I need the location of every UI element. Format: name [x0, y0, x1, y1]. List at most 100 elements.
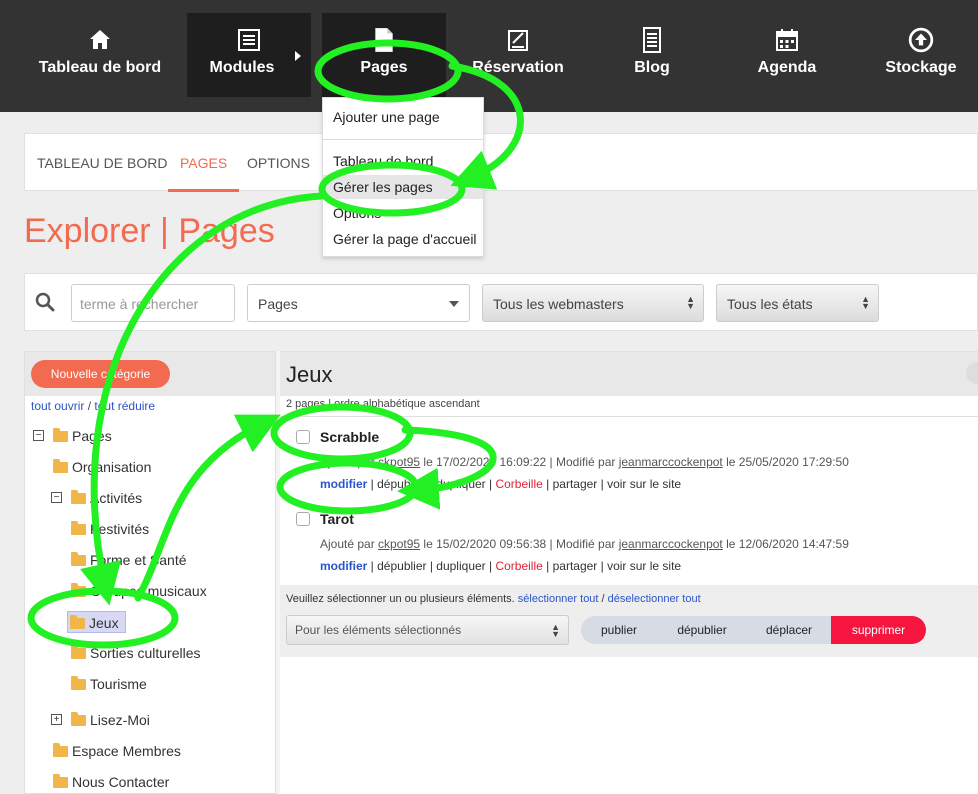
- tree-item-festivites[interactable]: Festivités: [71, 518, 149, 540]
- menu-item-tableau-de-bord[interactable]: Tableau de bord: [323, 149, 483, 173]
- nav-blog[interactable]: Blog: [602, 13, 702, 97]
- item-checkbox[interactable]: [296, 430, 310, 444]
- unpublish-button[interactable]: dépublier: [657, 616, 747, 644]
- sub-tabs-bar: TABLEAU DE BORD PAGES OPTIONS: [24, 133, 978, 192]
- reduce-all-link[interactable]: tout réduire: [94, 399, 155, 413]
- states-select-value: Tous les états: [727, 296, 813, 312]
- nav-agenda[interactable]: Agenda: [737, 13, 837, 97]
- sort-info: 2 pages | ordre alphabétique ascendant: [286, 398, 480, 410]
- tab-tableau-de-bord[interactable]: TABLEAU DE BORD: [37, 134, 167, 192]
- states-select[interactable]: Tous les états ▲ ▼: [716, 284, 879, 322]
- item-meta: Ajouté par ckpot95 le 17/02/2020 16:09:2…: [320, 455, 849, 469]
- page-title: Explorer | Pages: [24, 212, 275, 250]
- selection-hint: Veuillez sélectionner un ou plusieurs él…: [286, 593, 515, 605]
- type-select[interactable]: Pages: [247, 284, 470, 322]
- menu-item-gerer-accueil[interactable]: Gérer la page d'accueil: [323, 227, 483, 251]
- nav-stockage[interactable]: Stockage: [868, 13, 974, 97]
- tree-item-nous-contacter[interactable]: Nous Contacter: [53, 771, 169, 793]
- webmasters-select[interactable]: Tous les webmasters ▲ ▼: [482, 284, 704, 322]
- type-select-value: Pages: [258, 296, 298, 312]
- menu-item-ajouter-page[interactable]: Ajouter une page: [323, 105, 483, 129]
- trash-link[interactable]: Corbeille: [495, 477, 542, 491]
- modified-date: le 12/06/2020 14:47:59: [726, 537, 849, 551]
- folder-icon: [71, 520, 86, 535]
- tree-item-jeux[interactable]: Jeux: [67, 611, 126, 633]
- tree-item-tourisme[interactable]: Tourisme: [71, 673, 147, 695]
- tree-item-pages[interactable]: Pages: [53, 425, 112, 447]
- tree-item-organisation[interactable]: Organisation: [53, 456, 151, 478]
- tree-item-label: Lisez-Moi: [90, 712, 150, 728]
- publish-button[interactable]: publier: [581, 616, 657, 644]
- added-prefix: Ajouté par: [320, 455, 375, 469]
- menu-item-options[interactable]: Options: [323, 201, 483, 225]
- collapse-toggle-icon[interactable]: −: [33, 430, 44, 441]
- bulk-button-group: publier dépublier déplacer supprimer: [581, 616, 926, 644]
- modified-user-link[interactable]: jeanmarccockenpot: [619, 455, 723, 469]
- search-filter-bar: terme à rechercher Pages Tous les webmas…: [24, 273, 978, 331]
- item-title[interactable]: Scrabble: [320, 429, 379, 445]
- select-all-link[interactable]: sélectionner tout: [518, 593, 599, 605]
- folder-icon: [71, 711, 86, 726]
- tree-item-activites[interactable]: Activités: [71, 487, 142, 509]
- actions-middle[interactable]: | dépublier | dupliquer |: [367, 559, 495, 573]
- nav-tableau-de-bord[interactable]: Tableau de bord: [28, 13, 172, 97]
- trash-link[interactable]: Corbeille: [495, 559, 542, 573]
- nav-label: Réservation: [472, 59, 564, 76]
- added-user-link[interactable]: ckpot95: [378, 537, 420, 551]
- item-checkbox[interactable]: [296, 512, 310, 526]
- item-actions: modifier | dépublier | dupliquer | Corbe…: [320, 559, 681, 573]
- nav-label: Stockage: [885, 59, 957, 76]
- pages-dropdown-menu: Ajouter une page Tableau de bord Gérer l…: [322, 97, 484, 257]
- upload-icon: [908, 27, 934, 53]
- tree-item-forme-sante[interactable]: Forme et Santé: [71, 549, 187, 571]
- nav-modules[interactable]: Modules: [187, 13, 311, 97]
- collapse-toggle-icon[interactable]: −: [51, 492, 62, 503]
- folder-icon: [53, 773, 68, 788]
- added-user-link[interactable]: ckpot95: [378, 455, 420, 469]
- nav-reservation[interactable]: Réservation: [458, 13, 578, 97]
- tree-item-lisez-moi[interactable]: Lisez-Moi: [71, 709, 150, 731]
- folder-icon: [70, 614, 85, 629]
- search-icon[interactable]: [35, 292, 55, 312]
- list-header: Jeux: [280, 352, 978, 396]
- tree-item-espace-membres[interactable]: Espace Membres: [53, 740, 181, 762]
- nav-label: Blog: [634, 59, 670, 76]
- expand-toggle-icon[interactable]: +: [51, 714, 62, 725]
- tree-item-sorties-culturelles[interactable]: Sorties culturelles: [71, 642, 201, 664]
- tab-options[interactable]: OPTIONS: [247, 134, 310, 192]
- deselect-all-link[interactable]: déselectionner tout: [608, 593, 701, 605]
- tree-item-groupes-musicaux[interactable]: Groupes musicaux: [71, 580, 207, 602]
- move-button[interactable]: déplacer: [747, 616, 831, 644]
- item-title[interactable]: Tarot: [320, 511, 354, 527]
- modify-link[interactable]: modifier: [320, 477, 367, 491]
- modified-prefix: | Modifié par: [549, 455, 616, 469]
- open-all-link[interactable]: tout ouvrir: [31, 399, 84, 413]
- search-input[interactable]: terme à rechercher: [71, 284, 235, 322]
- top-navigation: Tableau de bord Modules Pages Réservatio…: [0, 0, 978, 112]
- tree-item-label: Forme et Santé: [90, 552, 187, 568]
- actions-end[interactable]: | partager | voir sur le site: [543, 477, 681, 491]
- nav-pages[interactable]: Pages: [322, 13, 446, 97]
- updown-icon: ▲ ▼: [861, 294, 870, 311]
- tree-item-label: Jeux: [89, 615, 119, 631]
- new-category-button[interactable]: Nouvelle catégorie: [31, 360, 170, 388]
- link-separator: /: [601, 593, 605, 605]
- tree-item-label: Activités: [90, 490, 143, 506]
- pages-list-panel: Jeux 2 pages | ordre alphabétique ascend…: [280, 351, 978, 794]
- actions-middle[interactable]: | dépublier | dupliquer |: [367, 477, 495, 491]
- menu-item-gerer-pages[interactable]: Gérer les pages: [323, 175, 483, 199]
- tree-item-label: Festivités: [90, 521, 150, 537]
- bulk-action-select[interactable]: Pour les éléments sélectionnés ▲ ▼: [286, 615, 569, 645]
- modified-prefix: | Modifié par: [549, 537, 616, 551]
- modified-user-link[interactable]: jeanmarccockenpot: [619, 537, 723, 551]
- tab-pages[interactable]: PAGES: [168, 134, 240, 192]
- modified-date: le 25/05/2020 17:29:50: [726, 455, 849, 469]
- updown-icon: ▲ ▼: [551, 622, 560, 639]
- delete-button[interactable]: supprimer: [831, 616, 926, 644]
- item-meta: Ajouté par ckpot95 le 15/02/2020 09:56:3…: [320, 537, 849, 551]
- list-icon: [238, 29, 260, 51]
- modify-link[interactable]: modifier: [320, 559, 367, 573]
- menu-divider: [323, 139, 483, 140]
- actions-end[interactable]: | partager | voir sur le site: [543, 559, 681, 573]
- header-action-button[interactable]: [966, 362, 978, 384]
